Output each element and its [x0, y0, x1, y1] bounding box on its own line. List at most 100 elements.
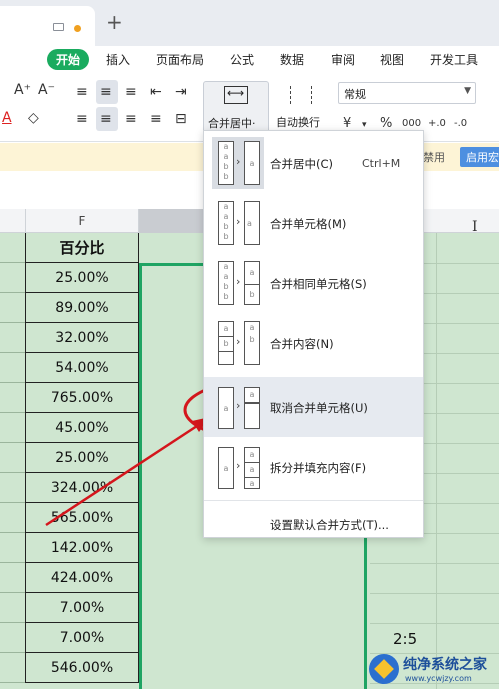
menu-item-label: 合并居中(C) [270, 157, 334, 171]
column-e-cell[interactable] [0, 503, 25, 533]
number-format-select[interactable]: 常规 ▼ [338, 82, 476, 104]
align-center-icon[interactable]: ≡ [100, 111, 112, 127]
decrease-indent-icon[interactable]: ⇤ [150, 84, 162, 100]
menu-item-merge-cells[interactable]: aabb › a 合并单元格(M) [204, 193, 423, 253]
align-middle-icon[interactable]: ≡ [100, 84, 112, 100]
percent-value-cell[interactable]: 25.00% [25, 263, 139, 293]
column-e-cell[interactable] [0, 293, 25, 323]
merge-center-button[interactable]: 合并居中· [203, 81, 269, 135]
currency-dropdown-icon[interactable]: ▾ [362, 120, 367, 130]
column-e-cell[interactable] [0, 443, 25, 473]
menu-item-merge-center[interactable]: aabb › a 合并居中(C) Ctrl+M [204, 133, 423, 193]
merge-content-icon: ab › ab [212, 317, 264, 369]
percent-value-cell[interactable]: 54.00% [25, 353, 139, 383]
percent-value-cell[interactable]: 424.00% [25, 563, 139, 593]
wrap-text-icon [290, 86, 312, 104]
column-e-cell[interactable] [0, 233, 25, 263]
tab-data[interactable]: 数据 [280, 51, 304, 68]
menu-item-label: 拆分并填充内容(F) [270, 461, 367, 475]
window-tab-strip: + [0, 0, 499, 46]
column-e-cell[interactable] [0, 413, 25, 443]
align-right-icon[interactable]: ≡ [125, 111, 137, 127]
ribbon-tab-bar: 开始 插入 页面布局 公式 数据 审阅 视图 开发工具 [0, 46, 499, 74]
column-e-cell[interactable] [0, 533, 25, 563]
justify-icon[interactable]: ≡ [150, 111, 162, 127]
watermark-title: 纯净系统之家 [403, 657, 487, 673]
column-e-cell[interactable] [0, 473, 25, 503]
menu-item-split-fill[interactable]: a › aaa 拆分并填充内容(F) [204, 437, 423, 497]
thousands-icon[interactable]: 000 [402, 118, 421, 129]
align-left-icon[interactable]: ≡ [76, 111, 88, 127]
font-color-icon[interactable]: A [2, 110, 12, 126]
column-e-cell[interactable] [0, 263, 25, 293]
auto-wrap-label: 自动换行 [276, 116, 320, 129]
tab-home[interactable]: 开始 [47, 49, 90, 70]
increase-indent-icon[interactable]: ⇥ [175, 84, 187, 100]
grid-line [370, 623, 499, 624]
unsaved-dot-icon [74, 25, 81, 32]
watermark: 纯净系统之家 www.ycwjzy.com [363, 650, 499, 689]
percent-value-cell[interactable]: 565.00% [25, 503, 139, 533]
auto-wrap-button[interactable]: 自动换行 [274, 81, 329, 135]
percent-value-cell[interactable]: 765.00% [25, 383, 139, 413]
grid-line [436, 233, 437, 689]
currency-icon[interactable]: ¥ [343, 116, 351, 131]
column-e-cell[interactable] [0, 383, 25, 413]
decrease-decimal-icon[interactable]: -.0 [454, 118, 467, 129]
percent-value-cell[interactable]: 32.00% [25, 323, 139, 353]
monitor-icon [53, 23, 64, 31]
percent-value-cell[interactable]: 546.00% [25, 653, 139, 683]
tab-formulas[interactable]: 公式 [230, 51, 254, 68]
watermark-url: www.ycwjzy.com [405, 674, 472, 683]
enable-macro-button[interactable]: 启用宏 [460, 147, 499, 167]
font-shrink-icon[interactable]: A⁻ [38, 82, 55, 98]
column-e-cell[interactable] [0, 323, 25, 353]
merge-dropdown-menu: aabb › a 合并居中(C) Ctrl+M aabb › a 合并单元格(M… [203, 130, 424, 538]
column-e-cell[interactable] [0, 563, 25, 593]
tab-review[interactable]: 审阅 [331, 51, 355, 68]
distributed-icon[interactable]: ⊟ [175, 111, 187, 127]
merge-same-icon: aabb › ab [212, 257, 264, 309]
menu-item-label: 合并单元格(M) [270, 217, 347, 231]
percent-icon[interactable]: % [380, 116, 392, 131]
percent-header-cell[interactable]: 百分比 [25, 233, 139, 263]
column-e-cell[interactable] [0, 623, 25, 653]
tab-page-layout[interactable]: 页面布局 [156, 51, 204, 68]
menu-item-shortcut: Ctrl+M [362, 157, 401, 170]
column-header-F[interactable]: F [25, 209, 139, 233]
tab-view[interactable]: 视图 [380, 51, 404, 68]
menu-item-merge-same[interactable]: aabb › ab 合并相同单元格(S) [204, 253, 423, 313]
menu-item-default-merge-settings[interactable]: 设置默认合并方式(T)... [270, 517, 389, 533]
number-format-value: 常规 [344, 88, 366, 101]
column-e-cell[interactable] [0, 353, 25, 383]
grid-line [370, 563, 499, 564]
unmerge-icon: a › a [212, 381, 264, 433]
merge-center-glyph-icon [224, 86, 248, 104]
percent-value-cell[interactable]: 89.00% [25, 293, 139, 323]
percent-value-cell[interactable]: 7.00% [25, 593, 139, 623]
split-fill-icon: a › aaa [212, 441, 264, 493]
align-top-icon[interactable]: ≡ [76, 84, 88, 100]
font-grow-icon[interactable]: A⁺ [14, 82, 31, 98]
align-bottom-icon[interactable]: ≡ [125, 84, 137, 100]
merge-cells-icon: aabb › a [212, 197, 264, 249]
menu-item-label: 合并内容(N) [270, 337, 334, 351]
menu-item-merge-content[interactable]: ab › ab 合并内容(N) [204, 313, 423, 373]
percent-value-cell[interactable]: 142.00% [25, 533, 139, 563]
macro-disabled-text: 禁用 [423, 151, 445, 164]
tab-developer[interactable]: 开发工具 [430, 51, 478, 68]
tab-insert[interactable]: 插入 [106, 51, 130, 68]
document-tab[interactable] [0, 6, 95, 46]
column-e-cell[interactable] [0, 593, 25, 623]
grid-line [370, 593, 499, 594]
new-tab-plus-icon[interactable]: + [106, 12, 123, 32]
column-e-cell[interactable] [0, 653, 25, 683]
percent-value-cell[interactable]: 7.00% [25, 623, 139, 653]
menu-item-unmerge[interactable]: a › a 取消合并单元格(U) [204, 377, 423, 437]
increase-decimal-icon[interactable]: +.0 [428, 118, 446, 129]
percent-value-cell[interactable]: 25.00% [25, 443, 139, 473]
percent-value-cell[interactable]: 324.00% [25, 473, 139, 503]
eraser-icon[interactable]: ◇ [28, 110, 39, 126]
percent-value-cell[interactable]: 45.00% [25, 413, 139, 443]
ratio-cell-value: 2:5 [393, 630, 418, 648]
